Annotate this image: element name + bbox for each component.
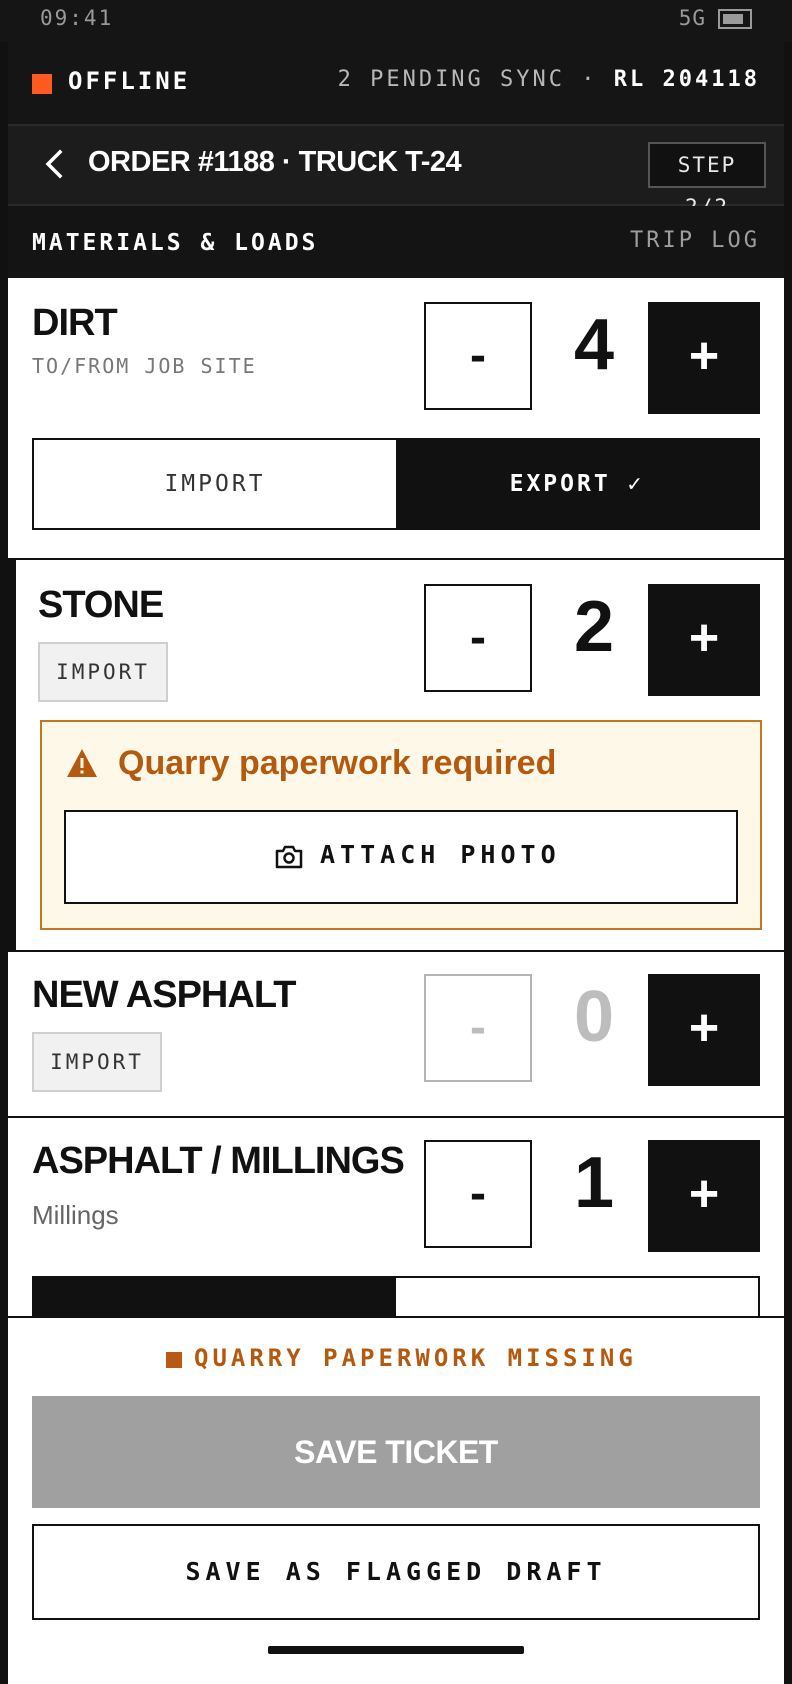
network-indicator: 5G	[678, 6, 706, 30]
increment-button[interactable]: +	[648, 584, 760, 696]
import-tag: IMPORT	[38, 642, 168, 702]
rl-number: RL 204118	[613, 67, 760, 92]
increment-button[interactable]: +	[648, 974, 760, 1086]
status-bar: 09:41 5G	[0, 0, 792, 42]
order-header: ORDER #1188 · TRUCK T-24 STEP 2/2	[8, 126, 784, 219]
save-flagged-draft-button[interactable]: SAVE AS FLAGGED DRAFT	[32, 1524, 760, 1620]
direction-toggle	[32, 1276, 760, 1316]
offline-indicator-icon	[32, 74, 52, 94]
load-count: 1	[573, 1143, 615, 1223]
increment-button[interactable]: +	[648, 302, 760, 414]
material-subtitle: Millings	[32, 1200, 119, 1230]
toggle-option-right[interactable]	[396, 1278, 758, 1316]
import-option[interactable]: IMPORT	[34, 440, 396, 528]
warning-text: Quarry paperwork required	[118, 744, 557, 782]
increment-button[interactable]: +	[648, 1140, 760, 1252]
camera-icon	[275, 845, 303, 869]
material-card-stone: STONE IMPORT - 2 + Quarry paperwork requ…	[8, 558, 784, 950]
load-count: 2	[573, 587, 615, 667]
export-option[interactable]: EXPORT ✓	[396, 440, 758, 528]
quarry-warning-panel: Quarry paperwork required ATTACH PHOTO	[40, 720, 762, 930]
material-name: STONE	[38, 584, 164, 626]
step-indicator: STEP 2/2	[648, 142, 766, 219]
missing-indicator-icon	[166, 1352, 182, 1368]
toggle-option-left[interactable]	[34, 1278, 396, 1316]
pending-sync-count: 2 PENDING SYNC	[337, 67, 566, 92]
load-count: 0	[573, 977, 615, 1057]
direction-toggle: IMPORT EXPORT ✓	[32, 438, 760, 530]
decrement-button: -	[424, 974, 532, 1082]
offline-label: OFFLINE	[68, 67, 191, 95]
attach-photo-label: ATTACH PHOTO	[320, 840, 561, 869]
clock: 09:41	[40, 6, 114, 30]
sync-separator: ·	[581, 67, 598, 92]
decrement-button[interactable]: -	[424, 302, 532, 410]
material-name: NEW ASPHALT	[32, 974, 296, 1016]
material-card-asphalt-millings: ASPHALT / MILLINGS Millings - 1 +	[8, 1116, 784, 1316]
material-name: DIRT	[32, 302, 118, 344]
attach-photo-button[interactable]: ATTACH PHOTO	[64, 810, 738, 904]
home-indicator[interactable]	[268, 1646, 524, 1654]
pending-sync-info: 2 PENDING SYNC · RL 204118	[338, 67, 760, 92]
order-title: ORDER #1188 · TRUCK T-24	[88, 146, 462, 178]
missing-paperwork-message: QUARRY PAPERWORK MISSING	[194, 1344, 637, 1372]
decrement-button[interactable]: -	[424, 584, 532, 692]
material-card-dirt: DIRT TO/FROM JOB SITE - 4 + IMPORT EXPOR…	[8, 278, 784, 560]
battery-icon	[718, 9, 752, 29]
trip-log-link[interactable]: TRIP LOG	[630, 228, 760, 253]
material-card-new-asphalt: NEW ASPHALT IMPORT - 0 +	[8, 950, 784, 1118]
material-subtitle: TO/FROM JOB SITE	[32, 354, 257, 378]
load-count: 4	[573, 305, 615, 385]
import-tag: IMPORT	[32, 1032, 162, 1092]
section-title: MATERIALS & LOADS	[32, 230, 319, 256]
decrement-button[interactable]: -	[424, 1140, 532, 1248]
save-ticket-button[interactable]: SAVE TICKET	[32, 1396, 760, 1508]
back-arrow-icon[interactable]	[36, 144, 76, 184]
material-name: ASPHALT / MILLINGS	[32, 1140, 405, 1182]
app-screen: 09:41 5G OFFLINE 2 PENDING SYNC · RL 204…	[0, 0, 792, 1684]
section-header: MATERIALS & LOADS TRIP LOG	[8, 206, 784, 278]
ticket-footer: QUARRY PAPERWORK MISSING SAVE TICKET SAV…	[8, 1316, 784, 1684]
warning-icon	[67, 749, 97, 777]
sync-status-bar: OFFLINE 2 PENDING SYNC · RL 204118	[8, 42, 784, 126]
materials-list: DIRT TO/FROM JOB SITE - 4 + IMPORT EXPOR…	[8, 278, 784, 1316]
